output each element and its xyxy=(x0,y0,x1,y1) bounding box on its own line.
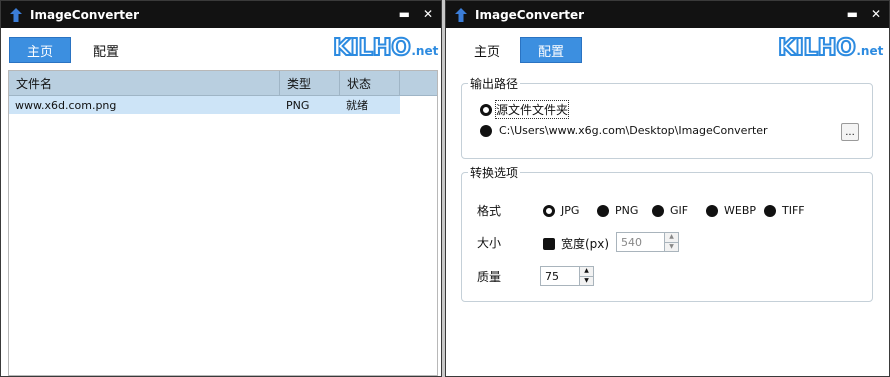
quality-value[interactable]: 75 xyxy=(541,270,579,283)
convert-options-group: 转换选项 格式 JPG PNG GIF WEBP TIFF 大小 宽度(px) … xyxy=(461,164,873,302)
stepper-down-icon[interactable]: ▼ xyxy=(580,275,593,285)
format-tiff-label: TIFF xyxy=(782,204,805,217)
radio-source-folder-label: 源文件文件夹 xyxy=(494,100,570,119)
radio-unselected-icon[interactable] xyxy=(597,204,609,217)
cell-filename: www.x6d.com.png xyxy=(9,96,280,114)
kilho-logo: KILHO .net xyxy=(777,34,884,62)
quality-label: 质量 xyxy=(477,270,502,284)
app-icon xyxy=(10,7,22,22)
radio-selected-icon[interactable] xyxy=(543,204,555,217)
format-gif-label: GIF xyxy=(670,204,689,217)
radio-unselected-icon[interactable] xyxy=(764,204,776,217)
tab-config[interactable]: 配置 xyxy=(75,37,137,63)
close-button[interactable]: ✕ xyxy=(871,7,881,21)
tab-home[interactable]: 主页 xyxy=(456,37,518,63)
radio-custom-path[interactable]: C:\Users\www.x6g.com\Desktop\ImageConver… xyxy=(480,124,768,137)
cell-type: PNG xyxy=(280,96,340,114)
size-label: 大小 xyxy=(477,236,502,250)
config-window: ImageConverter ▬ ✕ 主页 配置 KILHO .net 输出路径 … xyxy=(445,0,890,377)
checkbox-checked-icon[interactable] xyxy=(543,237,555,250)
radio-selected-icon[interactable] xyxy=(480,103,492,116)
format-label: 格式 xyxy=(477,204,502,218)
stepper-down-icon[interactable]: ▼ xyxy=(665,241,678,251)
close-button[interactable]: ✕ xyxy=(423,7,433,21)
format-jpg-label: JPG xyxy=(561,204,580,217)
radio-format-gif[interactable]: GIF xyxy=(652,204,688,217)
minimize-button[interactable]: ▬ xyxy=(847,7,858,21)
quality-stepper[interactable]: 75 ▲ ▼ xyxy=(540,266,594,286)
column-status[interactable]: 状态 xyxy=(340,71,400,95)
file-list[interactable]: 文件名 类型 状态 www.x6d.com.png PNG 就绪 xyxy=(8,70,438,376)
title-bar[interactable]: ImageConverter ▬ ✕ xyxy=(446,1,889,28)
custom-path-label: C:\Users\www.x6g.com\Desktop\ImageConver… xyxy=(499,124,768,137)
radio-unselected-icon[interactable] xyxy=(706,204,718,217)
radio-unselected-icon[interactable] xyxy=(652,204,664,217)
width-checkbox[interactable]: 宽度(px) xyxy=(543,235,609,252)
column-type[interactable]: 类型 xyxy=(280,71,340,95)
tab-config[interactable]: 配置 xyxy=(520,37,582,63)
convert-options-title: 转换选项 xyxy=(468,164,521,181)
kilho-logo: KILHO .net xyxy=(332,34,439,62)
format-png-label: PNG xyxy=(615,204,639,217)
stepper-up-icon[interactable]: ▲ xyxy=(665,233,678,242)
browse-button[interactable]: ... xyxy=(841,123,859,141)
radio-format-png[interactable]: PNG xyxy=(597,204,638,217)
minimize-button[interactable]: ▬ xyxy=(399,7,410,21)
list-item[interactable]: www.x6d.com.png PNG 就绪 xyxy=(9,96,437,114)
app-icon xyxy=(455,7,467,22)
radio-format-webp[interactable]: WEBP xyxy=(706,204,756,217)
width-value[interactable]: 540 xyxy=(617,236,664,249)
list-header: 文件名 类型 状态 xyxy=(9,71,437,96)
window-title: ImageConverter xyxy=(475,7,585,22)
column-filename[interactable]: 文件名 xyxy=(9,71,280,95)
window-title: ImageConverter xyxy=(30,7,140,22)
title-bar[interactable]: ImageConverter ▬ ✕ xyxy=(1,1,441,28)
radio-format-jpg[interactable]: JPG xyxy=(543,204,579,217)
tab-home[interactable]: 主页 xyxy=(9,37,71,63)
width-stepper[interactable]: 540 ▲ ▼ xyxy=(616,232,679,252)
main-window: ImageConverter ▬ ✕ 主页 配置 KILHO .net 文件名 类… xyxy=(0,0,442,377)
radio-unselected-icon[interactable] xyxy=(480,124,492,137)
radio-format-tiff[interactable]: TIFF xyxy=(764,204,805,217)
radio-source-folder[interactable]: 源文件文件夹 xyxy=(480,100,570,119)
cell-status: 就绪 xyxy=(340,96,400,114)
width-checkbox-label: 宽度(px) xyxy=(561,237,610,251)
output-path-title: 输出路径 xyxy=(468,75,521,92)
output-path-group: 输出路径 源文件文件夹 C:\Users\www.x6g.com\Desktop… xyxy=(461,75,873,159)
format-webp-label: WEBP xyxy=(724,204,757,217)
stepper-up-icon[interactable]: ▲ xyxy=(580,267,593,276)
